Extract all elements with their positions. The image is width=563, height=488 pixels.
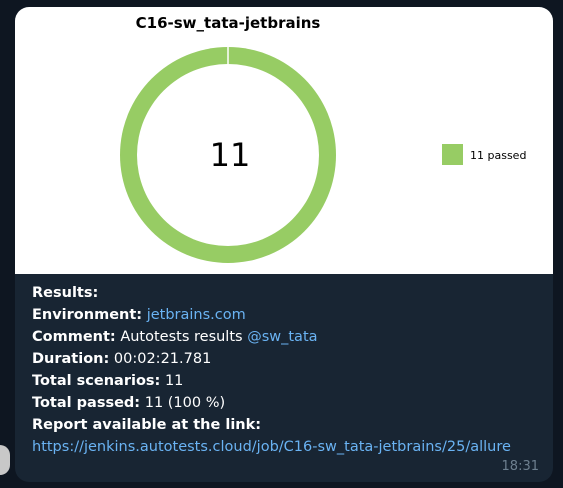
total-passed-line: Total passed: 11 (100 %) [32, 392, 547, 414]
chat-scroll-edge [0, 445, 10, 475]
duration-line: Duration: 00:02:21.781 [32, 348, 547, 370]
total-passed-value: 11 (100 %) [144, 395, 226, 411]
report-label: Report available at the link: [32, 417, 262, 433]
chart-title: C16-sw_tata-jetbrains [136, 14, 321, 32]
environment-link[interactable]: jetbrains.com [147, 307, 246, 323]
chart-image[interactable]: C16-sw_tata-jetbrains 11 11 passed [15, 7, 553, 274]
report-line: Report available at the link: [32, 414, 547, 436]
comment-label: Comment: [32, 329, 116, 345]
donut-center-label: 11 [210, 136, 251, 174]
total-scenarios-value: 11 [164, 373, 184, 389]
comment-text: Autotests results [120, 329, 243, 345]
legend-swatch [442, 144, 463, 165]
duration-label: Duration: [32, 351, 110, 367]
results-line: Results: [32, 282, 547, 304]
report-link-line: https://jenkins.autotests.cloud/job/C16-… [32, 436, 547, 458]
environment-label: Environment: [32, 307, 143, 323]
message-time: 18:31 [501, 459, 539, 474]
comment-line: Comment: Autotests results @sw_tata [32, 326, 547, 348]
report-link[interactable]: https://jenkins.autotests.cloud/job/C16-… [32, 439, 511, 455]
legend-label: 11 passed [470, 149, 526, 162]
total-scenarios-line: Total scenarios: 11 [32, 370, 547, 392]
duration-value: 00:02:21.781 [113, 351, 212, 367]
message-text: Results: Environment: jetbrains.com Comm… [32, 282, 547, 458]
total-passed-label: Total passed: [32, 395, 141, 411]
environment-line: Environment: jetbrains.com [32, 304, 547, 326]
results-label: Results: [32, 285, 99, 301]
message-bubble: C16-sw_tata-jetbrains 11 11 passed Resul… [15, 7, 553, 482]
donut-chart: C16-sw_tata-jetbrains 11 11 passed [120, 14, 526, 263]
total-scenarios-label: Total scenarios: [32, 373, 161, 389]
comment-mention-link[interactable]: @sw_tata [247, 329, 317, 345]
